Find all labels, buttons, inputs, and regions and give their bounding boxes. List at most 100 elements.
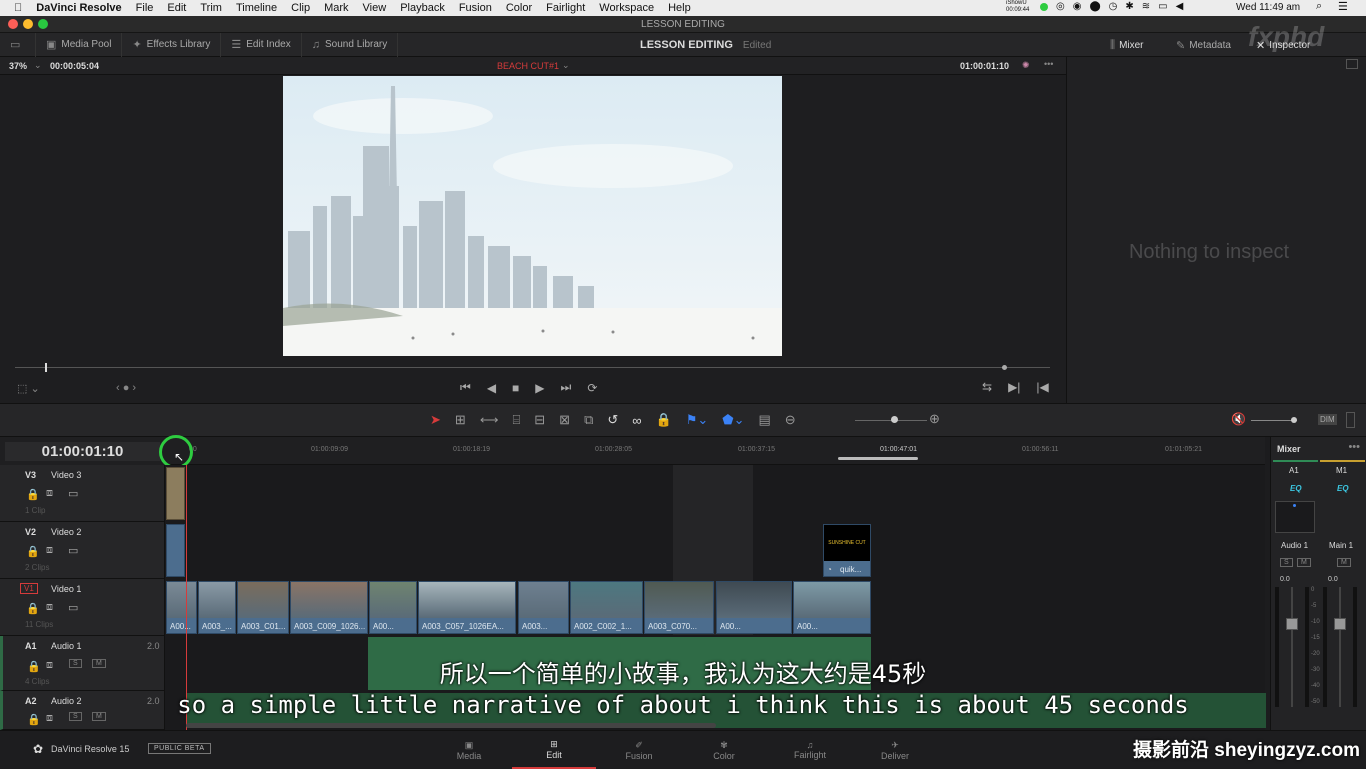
dim-button[interactable]: DIM bbox=[1318, 414, 1337, 425]
panel-toggle-button[interactable]: ▭ bbox=[0, 32, 36, 57]
inspector-collapse-icon[interactable] bbox=[1346, 59, 1358, 69]
overwrite-clip-icon[interactable]: ⊠ bbox=[559, 412, 570, 428]
menu-trim[interactable]: Trim bbox=[200, 2, 222, 14]
a1-audio-clip-2[interactable] bbox=[716, 637, 871, 690]
auto-track-select-icon[interactable]: ⧈ bbox=[46, 544, 53, 557]
timeline-horizontal-scrollbar[interactable] bbox=[186, 723, 716, 728]
a1-fader-track[interactable] bbox=[1291, 587, 1293, 707]
auto-track-select-icon[interactable]: ⧈ bbox=[46, 487, 53, 500]
track-id-target[interactable]: V1 bbox=[20, 583, 38, 594]
track-visibility-icon[interactable]: ▭ bbox=[68, 601, 78, 614]
minimize-window-icon[interactable] bbox=[23, 19, 33, 29]
edit-index-button[interactable]: ☰ Edit Index bbox=[221, 32, 302, 57]
zoom-in-icon[interactable]: ⊕ bbox=[929, 411, 940, 427]
viewer-more-icon[interactable]: ••• bbox=[1044, 59, 1053, 69]
menu-playback[interactable]: Playback bbox=[400, 2, 445, 14]
a1-solo-button[interactable]: S bbox=[1280, 558, 1293, 567]
safe-area-icon[interactable]: ⬚ ⌄ bbox=[17, 382, 40, 395]
timeline-scroll-indicator[interactable] bbox=[838, 457, 918, 460]
track-visibility-icon[interactable]: ▭ bbox=[68, 487, 78, 500]
a1-eq-button[interactable]: EQ bbox=[1290, 484, 1302, 493]
timeline-timecode[interactable]: 01:00:01:10 bbox=[5, 442, 160, 461]
apple-icon[interactable]:  bbox=[14, 2, 22, 14]
status-icons[interactable]: ◎◉⬤◷✱≋▭◀ bbox=[1056, 1, 1191, 12]
media-pool-button[interactable]: ▣ Media Pool bbox=[36, 32, 123, 57]
v1-clip[interactable]: A003_C009_1026... bbox=[290, 581, 368, 634]
v3-clip[interactable] bbox=[166, 467, 185, 520]
m1-eq-button[interactable]: EQ bbox=[1337, 484, 1349, 493]
clip-navigation-icon[interactable]: ‹ ● › bbox=[116, 382, 136, 394]
track-header-a2[interactable]: A2 Audio 2 2.0 🔒 ⧈ S M bbox=[0, 691, 165, 730]
auto-track-select-icon[interactable]: ⧈ bbox=[46, 712, 53, 725]
blade-tool-icon[interactable]: ⌸ bbox=[512, 412, 520, 428]
next-frame-icon[interactable]: ▶| bbox=[1008, 380, 1020, 394]
v1-clip[interactable]: A003_... bbox=[198, 581, 236, 634]
clock[interactable]: Wed 11:49 am bbox=[1236, 2, 1300, 13]
menu-fusion[interactable]: Fusion bbox=[459, 2, 492, 14]
track-lock-icon[interactable]: 🔒 bbox=[26, 488, 40, 501]
m1-fader-handle[interactable] bbox=[1334, 618, 1346, 630]
metadata-button[interactable]: ✎ Metadata bbox=[1176, 33, 1231, 57]
go-to-start-icon[interactable]: ⏮ bbox=[460, 380, 471, 395]
timeline-playhead[interactable] bbox=[186, 465, 187, 730]
linked-selection-icon[interactable]: ∞ bbox=[632, 413, 641, 428]
close-window-icon[interactable] bbox=[8, 19, 18, 29]
menu-mark[interactable]: Mark bbox=[324, 2, 348, 14]
page-deliver[interactable]: ✈ Deliver bbox=[853, 731, 937, 769]
effects-library-button[interactable]: ✦ Effects Library bbox=[122, 32, 222, 57]
mute-speaker-icon[interactable]: 🔇 bbox=[1231, 412, 1246, 426]
page-color[interactable]: ✾ Color bbox=[682, 731, 766, 769]
dynamic-trim-icon[interactable]: ⟷ bbox=[480, 412, 499, 428]
volume-handle[interactable] bbox=[1291, 417, 1297, 423]
sound-library-button[interactable]: ♫ Sound Library bbox=[302, 32, 399, 57]
menu-file[interactable]: File bbox=[136, 2, 154, 14]
v1-clip[interactable]: A003_C01... bbox=[237, 581, 289, 634]
v1-clip[interactable]: A003... bbox=[518, 581, 569, 634]
viewer-out-point[interactable] bbox=[1002, 365, 1007, 370]
track-lock-icon[interactable]: 🔒 bbox=[26, 545, 40, 558]
solo-button[interactable]: S bbox=[69, 659, 82, 668]
a1-pan-control[interactable] bbox=[1275, 501, 1315, 533]
play-icon[interactable]: ▶ bbox=[535, 381, 544, 395]
selection-tool-icon[interactable]: ➤ bbox=[430, 412, 441, 428]
menu-fairlight[interactable]: Fairlight bbox=[546, 2, 585, 14]
previous-frame-icon[interactable]: |◀ bbox=[1036, 380, 1048, 394]
menu-edit[interactable]: Edit bbox=[167, 2, 186, 14]
zoom-window-icon[interactable] bbox=[38, 19, 48, 29]
m1-mute-button[interactable]: M bbox=[1337, 558, 1351, 567]
v2-title-clip[interactable]: SUNSHINE CUT quik... ◔ bbox=[823, 524, 871, 577]
timeline-view-icon[interactable]: ▤ bbox=[759, 412, 771, 428]
v2-clip-1[interactable] bbox=[166, 524, 185, 577]
track-visibility-icon[interactable]: ▭ bbox=[68, 544, 78, 557]
match-frame-icon[interactable]: ⇆ bbox=[982, 380, 992, 394]
v1-clip[interactable]: A00... bbox=[793, 581, 871, 634]
zoom-dropdown-icon[interactable]: ⌄ bbox=[34, 60, 42, 71]
v1-clip[interactable]: A002_C002_1... bbox=[570, 581, 643, 634]
a1-audio-clip[interactable] bbox=[368, 637, 716, 690]
marker-icon[interactable]: ⬟⌄ bbox=[722, 412, 744, 428]
menu-help[interactable]: Help bbox=[668, 2, 691, 14]
mixer-toggle-button[interactable]: ⫼ Mixer bbox=[1110, 33, 1144, 57]
v1-clip[interactable]: A00... bbox=[716, 581, 792, 634]
page-fusion[interactable]: ✐ Fusion bbox=[597, 731, 681, 769]
notification-icon[interactable]: ☰ bbox=[1338, 0, 1348, 13]
track-lock-icon[interactable]: 🔒 bbox=[27, 660, 41, 673]
viewer-options-icon[interactable]: ✺ bbox=[1022, 60, 1030, 71]
zoom-out-icon[interactable]: ⊖ bbox=[785, 412, 796, 428]
page-media[interactable]: ▣ Media bbox=[427, 731, 511, 769]
replace-clip-icon[interactable]: ⧉ bbox=[584, 412, 593, 428]
a1-mute-button[interactable]: M bbox=[1297, 558, 1311, 567]
page-fairlight[interactable]: ♫ Fairlight bbox=[768, 731, 852, 769]
menu-workspace[interactable]: Workspace bbox=[599, 2, 654, 14]
timeline-name-dropdown[interactable]: BEACH CUT#1 bbox=[497, 61, 559, 71]
timeline-dropdown-icon[interactable]: ⌄ bbox=[562, 60, 570, 71]
track-header-v2[interactable]: V2 Video 2 🔒 ⧈ ▭ 2 Clips bbox=[0, 522, 165, 579]
track-header-v3[interactable]: V3 Video 3 🔒 ⧈ ▭ 1 Clip bbox=[0, 465, 165, 522]
app-menu[interactable]: DaVinci Resolve bbox=[36, 2, 121, 14]
flag-icon[interactable]: ⚑⌄ bbox=[686, 412, 709, 428]
auto-track-select-icon[interactable]: ⧈ bbox=[46, 601, 53, 614]
go-to-end-icon[interactable]: ⏭ bbox=[561, 380, 572, 395]
position-lock-icon[interactable]: 🔒 bbox=[656, 412, 672, 428]
spotlight-icon[interactable]: ⌕ bbox=[1316, 0, 1322, 13]
mute-button[interactable]: M bbox=[92, 659, 106, 668]
